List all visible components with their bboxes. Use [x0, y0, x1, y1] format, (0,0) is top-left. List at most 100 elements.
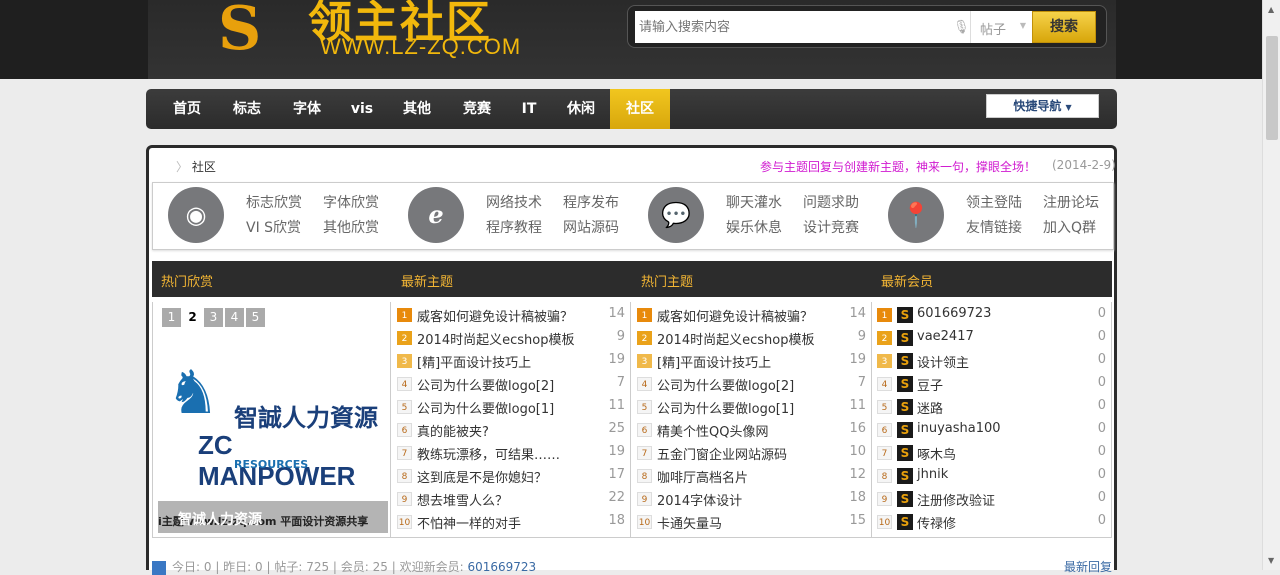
chat-icon: 💬 [648, 187, 704, 243]
member-name-link[interactable]: vae2417 [917, 329, 974, 344]
category-link[interactable]: 网络技术 [486, 192, 542, 212]
topic-link[interactable]: 教练玩漂移，可结果…… [417, 444, 560, 463]
showcase-caption[interactable]: i主题www.lz-zq.com 平面设计资源共享 智诚人力资源 [158, 501, 388, 533]
latest-reply-link[interactable]: 最新回复 [1064, 558, 1112, 575]
count: 9 [616, 329, 625, 344]
notice-date: (2014-2-9) [1052, 158, 1116, 172]
microphone-icon[interactable]: 🎙 [953, 20, 970, 35]
search-button[interactable]: 搜索 [1032, 11, 1096, 43]
page-button[interactable]: 5 [246, 308, 265, 327]
topic-link[interactable]: 公司为什么要做logo[1] [417, 398, 554, 417]
scrollbar-thumb[interactable] [1266, 36, 1278, 140]
nav-other[interactable]: 其他 [390, 89, 444, 129]
category-link[interactable]: 网站源码 [563, 217, 619, 237]
nav-font[interactable]: 字体 [280, 89, 334, 129]
category-link[interactable]: 加入Q群 [1043, 217, 1096, 237]
category-link[interactable]: 标志欣赏 [246, 192, 302, 212]
nav-vis[interactable]: vis [340, 89, 384, 129]
topic-link[interactable]: 想去堆雪人么？ [417, 490, 508, 509]
member-name-link[interactable]: 豆子 [917, 375, 943, 394]
quick-nav-button[interactable]: 快捷导航 ▼ [986, 94, 1099, 118]
scrollbar[interactable]: ▲ ▼ [1262, 0, 1280, 570]
topic-link[interactable]: 真的能被夹? [417, 421, 489, 440]
avatar[interactable]: S [897, 491, 913, 507]
member-name-link[interactable]: 迷路 [917, 398, 943, 417]
member-name-link[interactable]: 设计领主 [917, 352, 969, 371]
avatar[interactable]: S [897, 422, 913, 438]
topic-link[interactable]: 公司为什么要做logo[1] [657, 398, 794, 417]
new-member-link[interactable]: 601669723 [467, 560, 536, 574]
page-button[interactable]: 1 [162, 308, 181, 327]
nav-logo[interactable]: 标志 [220, 89, 274, 129]
topic-link[interactable]: [精]平面设计技巧上 [657, 352, 771, 371]
rank-badge: 3 [877, 354, 892, 368]
topic-link[interactable]: 五金门窗企业网站源码 [657, 444, 787, 463]
topic-link[interactable]: 公司为什么要做logo[2] [417, 375, 554, 394]
notice-link[interactable]: 参与主题回复与创建新主题，神来一句，撑眼全场！ [760, 158, 1036, 175]
category-link[interactable]: VI S欣赏 [246, 217, 301, 237]
nav-contest[interactable]: 竞赛 [450, 89, 504, 129]
member-name-link[interactable]: inuyasha100 [917, 421, 1001, 436]
scroll-up-icon[interactable]: ▲ [1268, 5, 1274, 14]
topic-link[interactable]: [精]平面设计技巧上 [417, 352, 531, 371]
topic-link[interactable]: 这到底是不是你媳妇？ [417, 467, 547, 486]
scroll-down-icon[interactable]: ▼ [1268, 556, 1274, 565]
topic-link[interactable]: 不怕神一样的对手 [417, 513, 521, 532]
count: 9 [857, 329, 866, 344]
member-name-link[interactable]: 注册修改验证 [917, 490, 995, 509]
breadcrumb: 〉 社区 [176, 158, 216, 175]
avatar[interactable]: S [897, 307, 913, 323]
category-link[interactable]: 程序发布 [563, 192, 619, 212]
topic-link[interactable]: 2014时尚起义ecshop模板 [657, 329, 814, 348]
topic-link[interactable]: 公司为什么要做logo[2] [657, 375, 794, 394]
category-link[interactable]: 设计竞赛 [803, 217, 859, 237]
category-link[interactable]: 程序教程 [486, 217, 542, 237]
topic-link[interactable]: 威客如何避免设计稿被骗？ [417, 306, 573, 325]
page-button-current[interactable]: 2 [183, 308, 202, 327]
topic-link[interactable]: 威客如何避免设计稿被骗？ [657, 306, 813, 325]
horse-logo-icon: ♞ [166, 358, 220, 428]
category-link[interactable]: 聊天灌水 [726, 192, 782, 212]
avatar[interactable]: S [897, 468, 913, 484]
avatar[interactable]: S [897, 353, 913, 369]
showcase-image[interactable]: ♞ 智誠人力資源 ZC MANPOWER RESOURCES [158, 338, 388, 498]
topic-link[interactable]: 精美个性QQ头像网 [657, 421, 768, 440]
member-name-link[interactable]: 啄木鸟 [917, 444, 956, 463]
avatar[interactable]: S [897, 514, 913, 530]
category-link[interactable]: 字体欣赏 [323, 192, 379, 212]
stat-welcome: 欢迎新会员: [399, 560, 464, 574]
topic-link[interactable]: 咖啡厅高档名片 [657, 467, 748, 486]
search-input[interactable] [635, 11, 975, 43]
topic-row: 4 公司为什么要做logo[2] 7 [397, 374, 625, 397]
member-name-link[interactable]: 传禄修 [917, 513, 956, 532]
topic-link[interactable]: 卡通矢量马 [657, 513, 722, 532]
logo-url: WWW.LZ-ZQ.COM [320, 34, 522, 59]
search-type-select[interactable]: 帖子 ▼ [970, 11, 1032, 43]
category-link[interactable]: 注册论坛 [1043, 192, 1099, 212]
quick-nav-label: 快捷导航 [1013, 99, 1062, 113]
page-button[interactable]: 4 [225, 308, 244, 327]
breadcrumb-current[interactable]: 社区 [192, 160, 216, 174]
nav-it[interactable]: IT [510, 89, 548, 129]
member-name-link[interactable]: 601669723 [917, 306, 991, 321]
member-name-link[interactable]: jhnik [917, 467, 948, 482]
category-link[interactable]: 问题求助 [803, 192, 859, 212]
nav-community[interactable]: 社区 [610, 89, 670, 129]
site-logo[interactable]: S 领主社区 WWW.LZ-ZQ.COM [218, 0, 568, 64]
nav-leisure[interactable]: 休闲 [554, 89, 608, 129]
member-row: 2 Svae2417 0 [877, 328, 1106, 351]
category-link[interactable]: 其他欣赏 [323, 217, 379, 237]
avatar[interactable]: S [897, 330, 913, 346]
topic-link[interactable]: 2014字体设计 [657, 490, 742, 509]
page-button[interactable]: 3 [204, 308, 223, 327]
image-brand-sub: RESOURCES [234, 458, 309, 471]
nav-home[interactable]: 首页 [160, 89, 214, 129]
forum-stats: 今日: 0 | 昨日: 0 | 帖子: 725 | 会员: 25 | 欢迎新会员… [152, 558, 536, 575]
topic-link[interactable]: 2014时尚起义ecshop模板 [417, 329, 574, 348]
avatar[interactable]: S [897, 399, 913, 415]
category-link[interactable]: 娱乐休息 [726, 217, 782, 237]
category-link[interactable]: 友情链接 [966, 217, 1022, 237]
avatar[interactable]: S [897, 445, 913, 461]
category-link[interactable]: 领主登陆 [966, 192, 1022, 212]
avatar[interactable]: S [897, 376, 913, 392]
